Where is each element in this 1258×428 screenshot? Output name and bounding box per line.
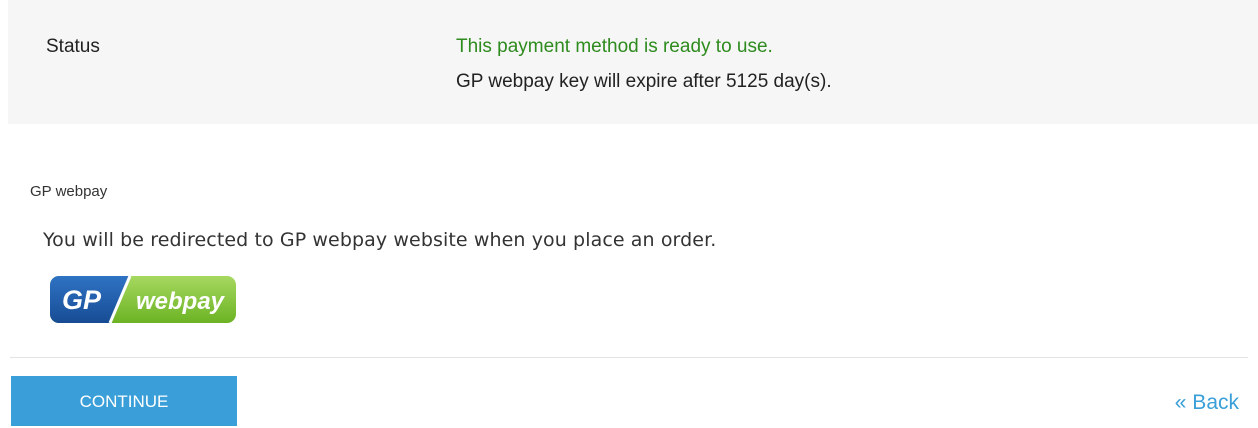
status-label: Status [46,36,100,57]
gp-webpay-logo-webpay-text: webpay [136,288,226,315]
payment-method-title: GP webpay [30,183,108,200]
back-link[interactable]: « Back [1175,391,1239,415]
status-ready-message: This payment method is ready to use. [456,36,773,57]
continue-button[interactable]: CONTINUE [11,376,237,426]
section-divider [10,357,1248,358]
gp-webpay-logo-gp-text: GP [62,285,102,315]
gp-webpay-logo: GP webpay [50,276,236,323]
status-panel: Status This payment method is ready to u… [8,0,1258,124]
payment-method-description: You will be redirected to GP webpay webs… [43,229,717,251]
status-expire-message: GP webpay key will expire after 5125 day… [456,71,832,92]
